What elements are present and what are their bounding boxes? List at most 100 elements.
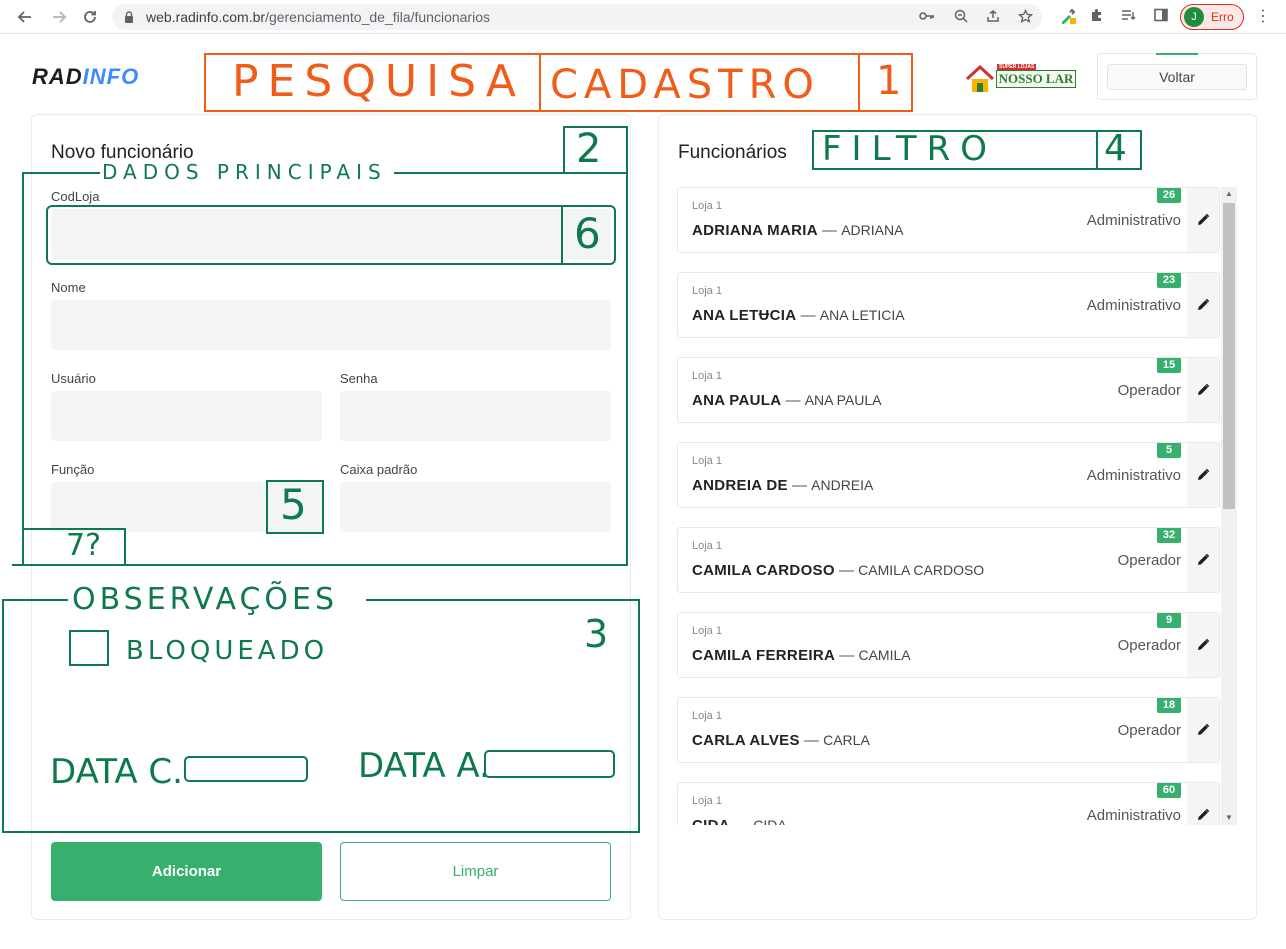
employee-name: ANA PAULA xyxy=(692,392,782,409)
zoom-icon[interactable] xyxy=(952,9,970,25)
usuario-input[interactable] xyxy=(51,391,322,441)
employee-name-line: ADRIANA MARIA — ADRIANA xyxy=(692,222,903,239)
pencil-icon xyxy=(1198,808,1210,820)
caixa-padrao-input[interactable] xyxy=(340,482,611,532)
annotation-number-1: 1 xyxy=(876,58,902,104)
annotation-number-2: 2 xyxy=(576,126,602,172)
annotation-number-3: 3 xyxy=(584,612,609,656)
annotation-dados-left xyxy=(22,172,24,566)
employee-list[interactable]: Loja 1 ADRIANA MARIA — ADRIANA Administrat… xyxy=(677,187,1238,825)
pencil-icon xyxy=(1198,383,1210,395)
star-icon[interactable] xyxy=(1016,8,1034,25)
employee-name: CIDA xyxy=(692,817,730,825)
edit-button[interactable] xyxy=(1187,273,1219,337)
employee-name: ANA LETɄCIA xyxy=(692,307,797,324)
annotation-obs-left xyxy=(2,599,4,833)
annotation-dados-line-left xyxy=(24,172,100,174)
add-button[interactable]: Adicionar xyxy=(51,842,322,901)
employee-card[interactable]: Loja 1 ANDREIA DE — ANDREIA Administrativo… xyxy=(677,442,1220,508)
edit-button[interactable] xyxy=(1187,528,1219,592)
employee-role: Operador xyxy=(1117,722,1181,739)
pencil-icon xyxy=(1198,638,1210,650)
employee-id-badge: 23 xyxy=(1157,273,1181,288)
annotation-data-c-field xyxy=(184,756,308,782)
reload-icon[interactable] xyxy=(79,6,101,28)
employee-id-badge: 32 xyxy=(1157,528,1181,543)
funcao-label: Função xyxy=(51,462,95,477)
annotation-data-c: DATA C. xyxy=(50,752,183,792)
employee-name-line: CARLA ALVES — CARLA xyxy=(692,732,870,749)
key-icon[interactable] xyxy=(918,9,936,25)
employee-name-line: ANA LETɄCIA — ANA LETICIA xyxy=(692,307,905,324)
annotation-4-divider xyxy=(1096,130,1098,170)
employee-card[interactable]: Loja 1 ADRIANA MARIA — ADRIANA Administrat… xyxy=(677,187,1220,253)
forward-arrow-icon[interactable] xyxy=(48,6,70,28)
employee-name-line: ANDREIA DE — ANDREIA xyxy=(692,477,873,494)
name-separator: — xyxy=(799,732,824,749)
name-separator: — xyxy=(781,392,805,409)
employee-role: Administrativo xyxy=(1086,807,1181,824)
employee-store: Loja 1 xyxy=(692,200,722,212)
employee-name: CAMILA FERREIRA xyxy=(692,647,836,664)
employee-name: CAMILA CARDOSO xyxy=(692,562,835,579)
share-icon[interactable] xyxy=(984,9,1002,25)
employee-card[interactable]: Loja 1 CARLA ALVES — CARLA Operador 18 xyxy=(677,697,1220,763)
list-scrollbar[interactable]: ▲ ▼ xyxy=(1221,187,1237,825)
lock-icon xyxy=(125,11,133,23)
annotation-obs-line-right xyxy=(366,599,640,601)
employee-id-badge: 5 xyxy=(1157,443,1181,458)
annotation-dados-right xyxy=(626,172,628,566)
scroll-up-icon[interactable]: ▲ xyxy=(1221,187,1237,201)
employee-card[interactable]: Loja 1 CIDA — CIDA Administrativo 60 xyxy=(677,782,1220,825)
pencil-icon xyxy=(1198,298,1210,310)
annotation-divider-b xyxy=(858,53,860,112)
scroll-thumb[interactable] xyxy=(1223,203,1235,509)
address-bar[interactable]: web.radinfo.com.br/gerenciamento_de_fila… xyxy=(112,4,1042,30)
employee-name: ADRIANA MARIA xyxy=(692,222,818,239)
more-menu-icon[interactable]: ⋮ xyxy=(1254,7,1272,27)
employee-card[interactable]: Loja 1 CAMILA CARDOSO — CAMILA CARDOSO Ope… xyxy=(677,527,1220,593)
employee-username: CAMILA CARDOSO xyxy=(858,562,985,578)
name-separator: — xyxy=(835,647,859,664)
employee-role: Operador xyxy=(1117,382,1181,399)
employee-card[interactable]: Loja 1 ANA PAULA — ANA PAULA Operador 15 xyxy=(677,357,1220,423)
annotation-divider-a xyxy=(539,53,541,112)
nosso-lar-logo: SUPER LOJAS NOSSO LAR xyxy=(964,62,1078,94)
employee-card[interactable]: Loja 1 CAMILA FERREIRA — CAMILA Operador 9 xyxy=(677,612,1220,678)
employee-name-line: ANA PAULA — ANA PAULA xyxy=(692,392,882,409)
employee-username: ANA PAULA xyxy=(804,392,882,408)
employee-username: ANDREIA xyxy=(811,477,874,493)
edit-button[interactable] xyxy=(1187,613,1219,677)
scroll-down-icon[interactable]: ▼ xyxy=(1221,811,1237,825)
annotation-obs-bottom xyxy=(2,831,640,833)
name-separator: — xyxy=(834,562,859,579)
edit-button[interactable] xyxy=(1187,358,1219,422)
profile-error-chip[interactable]: J Erro xyxy=(1180,4,1244,30)
eyedropper-extension-icon[interactable] xyxy=(1058,7,1078,27)
edit-button[interactable] xyxy=(1187,698,1219,762)
senha-input[interactable] xyxy=(340,391,611,441)
employee-card[interactable]: Loja 1 ANA LETɄCIA — ANA LETICIA Administr… xyxy=(677,272,1220,338)
puzzle-icon[interactable] xyxy=(1087,7,1107,27)
back-arrow-icon[interactable] xyxy=(14,6,36,28)
back-button[interactable]: Voltar xyxy=(1107,64,1247,90)
annotation-pesquisa: PESQUISA xyxy=(232,56,525,107)
edit-button[interactable] xyxy=(1187,443,1219,507)
employee-name-line: CIDA — CIDA xyxy=(692,817,787,825)
accent-bar xyxy=(1156,53,1198,55)
annotation-number-7: 7? xyxy=(66,528,102,563)
side-panel-icon[interactable] xyxy=(1151,7,1171,27)
employee-name: CARLA ALVES xyxy=(692,732,800,749)
edit-button[interactable] xyxy=(1187,188,1219,252)
url-path: /gerenciamento_de_fila/funcionarios xyxy=(265,9,490,25)
annotation-6-divider xyxy=(561,205,563,265)
reading-list-icon[interactable] xyxy=(1118,7,1138,27)
codloja-label: CodLoja xyxy=(51,189,100,204)
senha-label: Senha xyxy=(340,371,378,386)
clear-button[interactable]: Limpar xyxy=(340,842,611,901)
annotation-number-4: 4 xyxy=(1104,128,1127,169)
nome-input[interactable] xyxy=(51,300,611,350)
employee-role: Administrativo xyxy=(1086,297,1181,314)
edit-button[interactable] xyxy=(1187,783,1219,825)
url-text: web.radinfo.com.br/gerenciamento_de_fila… xyxy=(146,9,490,25)
